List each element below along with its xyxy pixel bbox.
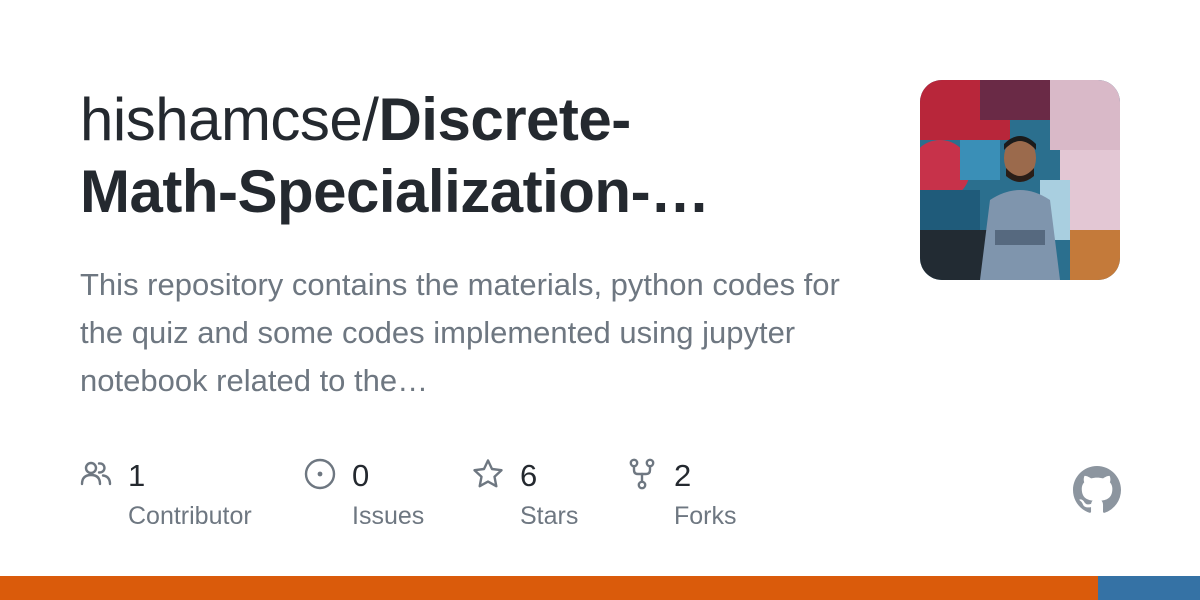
avatar-image bbox=[920, 80, 1120, 280]
repo-forked-icon bbox=[626, 458, 658, 495]
people-icon bbox=[80, 458, 112, 495]
language-segment bbox=[0, 576, 1098, 600]
contributors-label: Contributor bbox=[128, 502, 252, 530]
repo-title[interactable]: hishamcse/Discrete- Math-Specialization-… bbox=[80, 84, 880, 228]
language-segment bbox=[1098, 576, 1200, 600]
contributors-count: 1 bbox=[128, 458, 146, 493]
star-icon bbox=[472, 458, 504, 495]
repo-name-line1[interactable]: Discrete- bbox=[378, 86, 631, 153]
owner-avatar[interactable] bbox=[920, 80, 1120, 280]
forks-label: Forks bbox=[674, 502, 737, 530]
repo-description: This repository contains the materials, … bbox=[80, 267, 840, 398]
language-bar bbox=[0, 576, 1200, 600]
stars-label: Stars bbox=[520, 502, 579, 530]
stars-count: 6 bbox=[520, 458, 538, 493]
github-logo-icon[interactable] bbox=[1073, 466, 1121, 514]
repo-owner[interactable]: hishamcse/ bbox=[80, 86, 379, 153]
issue-opened-icon bbox=[304, 458, 336, 495]
issues-label: Issues bbox=[352, 502, 425, 530]
issues-count: 0 bbox=[352, 458, 370, 493]
forks-count: 2 bbox=[674, 458, 692, 493]
repo-name-line2[interactable]: Math-Specialization-… bbox=[80, 158, 710, 225]
